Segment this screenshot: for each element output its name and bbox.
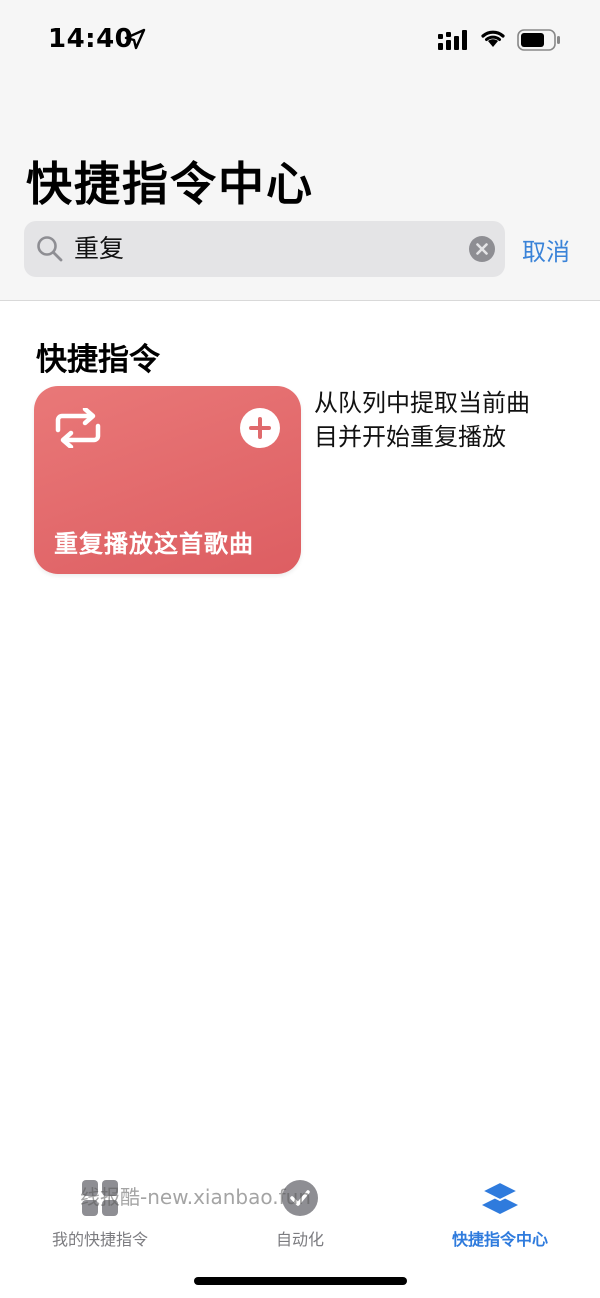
shortcut-description: 从队列中提取当前曲目并开始重复播放 — [314, 389, 530, 451]
battery-icon — [517, 29, 560, 51]
search-icon — [37, 236, 63, 262]
shortcut-card[interactable]: 重复播放这首歌曲 — [34, 386, 301, 574]
wifi-icon — [481, 30, 505, 47]
page-title: 快捷指令中心 — [26, 157, 314, 211]
home-indicator[interactable] — [194, 1277, 407, 1285]
cellular-signal-icon — [438, 30, 467, 50]
status-bar: 14:40 — [0, 0, 600, 80]
tab-label: 我的快捷指令 — [51, 1230, 148, 1249]
header-area: 14:40 快捷指令中心 重复 取消 — [0, 0, 600, 301]
section-title: 快捷指令 — [36, 342, 160, 378]
repeat-icon — [55, 408, 101, 448]
layers-icon — [480, 1180, 520, 1214]
watermark: 线报酷-new.xianbao.fun — [80, 1185, 311, 1209]
tab-label: 自动化 — [275, 1230, 324, 1249]
tab-gallery[interactable]: 快捷指令中心 — [400, 1178, 600, 1250]
shortcut-title: 重复播放这首歌曲 — [54, 530, 254, 558]
clear-search-icon[interactable] — [469, 236, 495, 262]
cancel-button[interactable]: 取消 — [522, 232, 570, 267]
tab-label: 快捷指令中心 — [451, 1230, 548, 1249]
add-shortcut-icon[interactable] — [240, 408, 280, 448]
status-time: 14:40 — [48, 24, 134, 54]
location-arrow-icon — [124, 28, 146, 50]
search-field[interactable]: 重复 — [24, 221, 505, 277]
search-input[interactable]: 重复 — [74, 221, 454, 277]
